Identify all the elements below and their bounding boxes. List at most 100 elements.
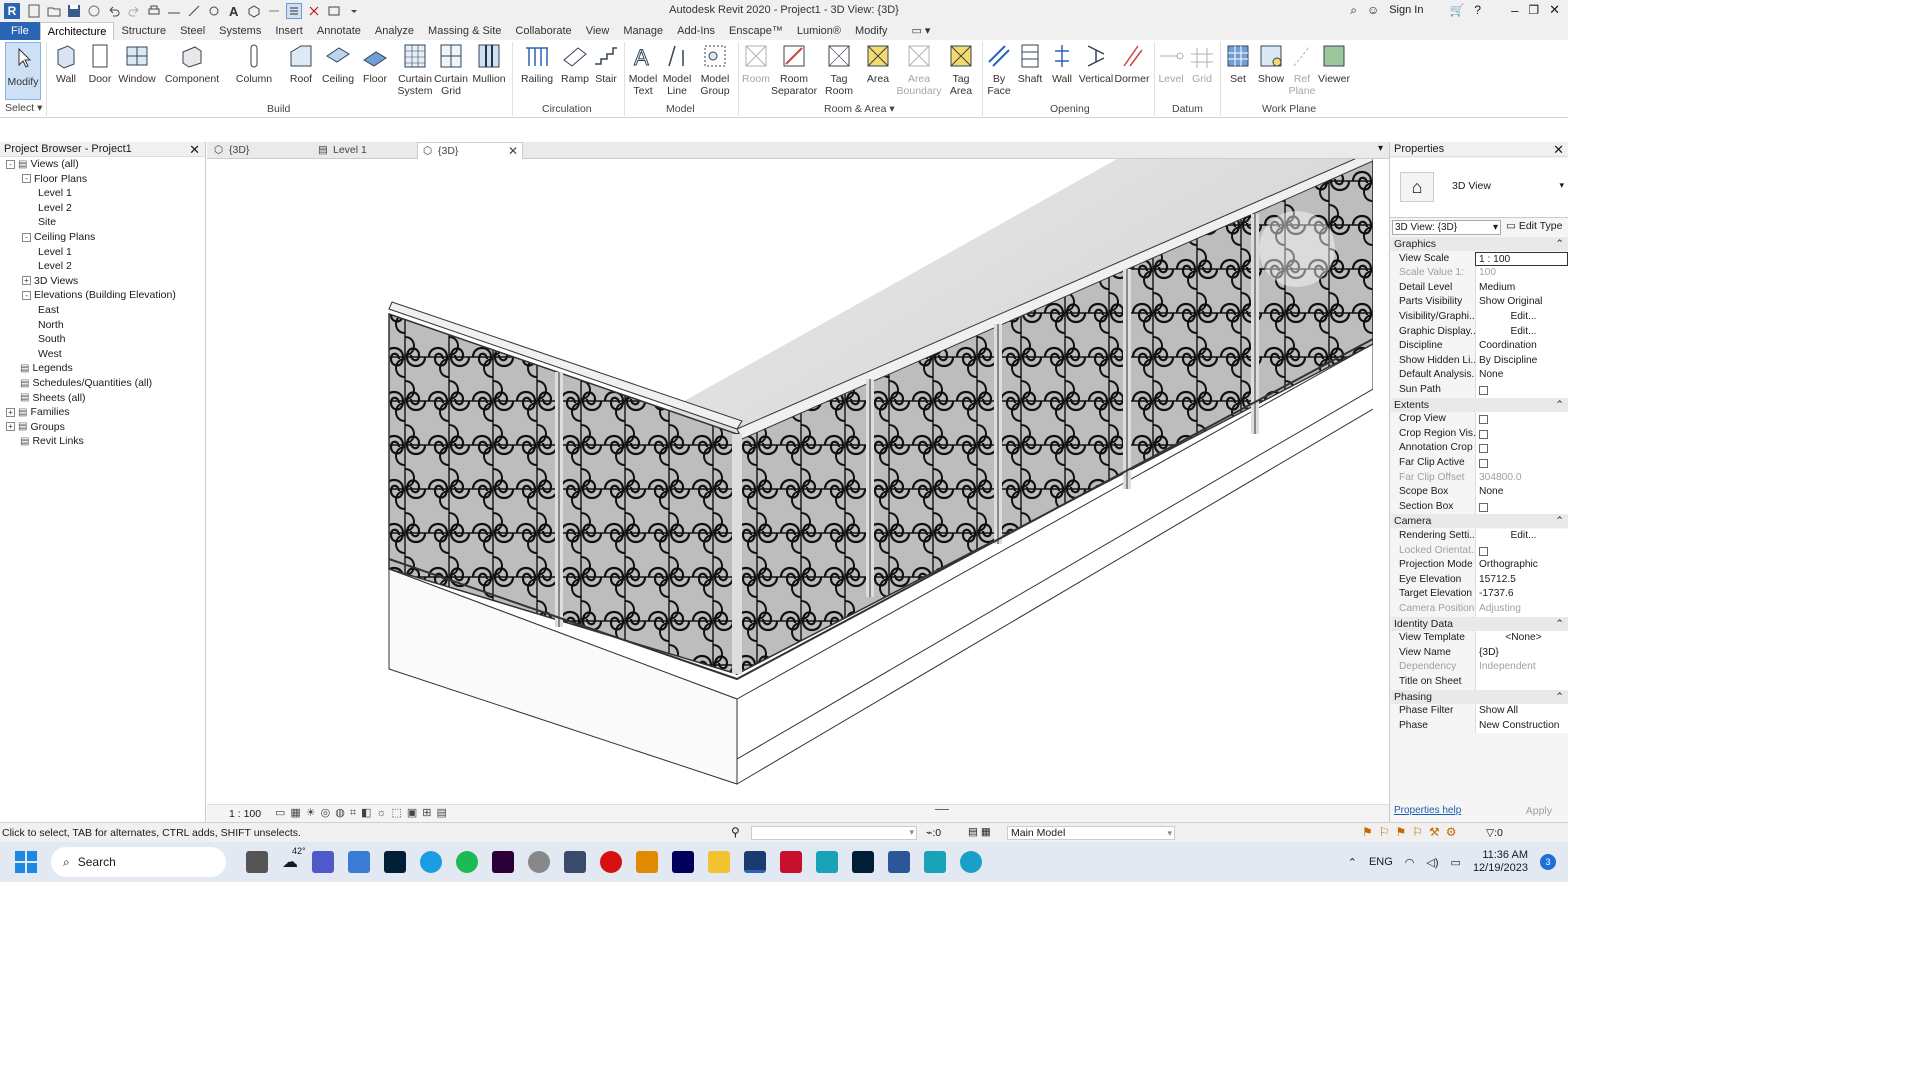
spotify-icon[interactable] <box>456 851 478 873</box>
property-value[interactable]: None <box>1475 368 1568 383</box>
tree-item[interactable]: West <box>38 348 62 360</box>
show-workplane-button[interactable]: Show <box>1254 42 1288 85</box>
collapse-section-icon[interactable]: ⌃ <box>1555 617 1564 631</box>
help-icon[interactable]: ? <box>1474 3 1481 17</box>
property-value[interactable]: {3D} <box>1475 645 1568 661</box>
tree-item[interactable]: ▤ Legends <box>6 362 73 374</box>
tab-collaborate[interactable]: Collaborate <box>508 22 578 40</box>
chevron-up-icon[interactable]: ⌃ <box>1348 856 1357 869</box>
collapse-section-icon[interactable]: ⌃ <box>1555 398 1564 412</box>
dormer-button[interactable]: Dormer <box>1114 42 1150 85</box>
properties-help-link[interactable]: Properties help <box>1394 805 1461 816</box>
autocad-icon[interactable] <box>780 851 802 873</box>
property-value[interactable]: Show All <box>1475 704 1568 719</box>
tab-insert[interactable]: Insert <box>268 22 310 40</box>
viewer-button[interactable]: Viewer <box>1316 42 1352 85</box>
3d-drawing-area[interactable] <box>207 159 1373 804</box>
tree-item[interactable]: Level 2 <box>38 202 72 214</box>
tree-item[interactable]: Level 1 <box>38 246 72 258</box>
editable-only-counter[interactable]: ⌁:0 <box>926 827 941 839</box>
battery-icon[interactable]: ▭ <box>1451 856 1461 869</box>
tab-modify[interactable]: Modify <box>848 22 894 40</box>
revit-taskbar-icon[interactable] <box>744 851 766 873</box>
design-option-dropdown[interactable]: Main Model ▾ <box>1007 826 1175 840</box>
properties-section-header[interactable]: Graphics ⌃ <box>1391 237 1568 251</box>
clock[interactable]: 11:36 AM 12/19/2023 <box>1473 849 1528 875</box>
shaft-button[interactable]: Shaft <box>1014 42 1046 85</box>
workset-dropdown[interactable]: ▾ <box>751 826 917 840</box>
tab-manage[interactable]: Manage <box>616 22 670 40</box>
collapse-section-icon[interactable]: ⌃ <box>1555 514 1564 528</box>
workset-icon[interactable]: ⚲ <box>731 825 740 839</box>
wifi-icon[interactable]: ◠ <box>1405 856 1415 869</box>
tree-item[interactable]: +3D Views <box>22 275 78 287</box>
notification-badge[interactable]: 3 <box>1540 854 1556 870</box>
file-explorer-icon[interactable] <box>708 851 730 873</box>
checkbox[interactable] <box>1479 429 1488 439</box>
property-value[interactable]: Edit... <box>1475 324 1568 340</box>
photoshop-icon[interactable] <box>852 851 874 873</box>
binoculars-icon[interactable]: ⌕ <box>1350 3 1357 18</box>
room-button[interactable]: Room <box>740 42 772 85</box>
tab-enscape[interactable]: Enscape™ <box>722 22 790 40</box>
tab-3d-view-active[interactable]: ⬡ {3D} ✕ <box>417 142 523 159</box>
tab-level-1[interactable]: ▤ Level 1 <box>313 142 415 159</box>
teams-icon[interactable] <box>312 851 334 873</box>
collapse-icon[interactable]: - <box>6 159 15 169</box>
property-value[interactable]: <None> <box>1475 631 1568 646</box>
close-tab-icon[interactable]: ✕ <box>508 143 518 159</box>
select-panel-label[interactable]: Select ▾ <box>5 102 42 114</box>
component-button[interactable]: Component <box>162 42 222 85</box>
model-text-button[interactable]: A Model Text <box>626 42 660 98</box>
tree-item[interactable]: Site <box>38 216 56 228</box>
instance-selector[interactable]: 3D View: {3D} ▾ <box>1392 220 1501 235</box>
media-player-icon[interactable] <box>636 851 658 873</box>
area-button[interactable]: Area <box>864 42 892 85</box>
weather-icon[interactable]: ☁ 42° <box>282 846 306 872</box>
taskbar-search[interactable]: ⌕ Search <box>51 847 226 877</box>
tab-architecture[interactable]: Architecture <box>39 22 115 40</box>
checkbox[interactable] <box>1479 415 1488 425</box>
close-window-icon[interactable]: ✕ <box>1549 2 1560 18</box>
ramp-button[interactable]: Ramp <box>560 42 590 85</box>
type-selector[interactable]: ⌂ 3D View ▾ <box>1390 158 1568 218</box>
edge-icon[interactable] <box>420 851 442 873</box>
property-value[interactable] <box>1475 675 1568 690</box>
view-control-icons[interactable]: ▭▦☀◎◍⌗◧☼⬚▣⊞▤ <box>275 806 452 820</box>
expand-icon[interactable]: + <box>22 276 31 286</box>
window-button[interactable]: Window <box>118 42 156 85</box>
vertical-opening-button[interactable]: Vertical <box>1078 42 1114 85</box>
property-value[interactable]: 15712.5 <box>1475 572 1568 588</box>
room-separator-button[interactable]: Room Separator <box>771 42 817 97</box>
curtain-grid-button[interactable]: Curtain Grid <box>434 42 468 97</box>
property-checkbox[interactable] <box>1475 456 1568 471</box>
photos-icon[interactable] <box>348 851 370 873</box>
wall-button[interactable]: Wall <box>50 42 82 85</box>
tree-item[interactable]: East <box>38 304 59 316</box>
room-area-panel-label[interactable]: Room & Area ▾ <box>824 103 895 115</box>
stair-button[interactable]: Stair <box>592 42 620 85</box>
property-value[interactable]: Medium <box>1475 280 1568 296</box>
tree-item[interactable]: South <box>38 333 65 345</box>
tab-analyze[interactable]: Analyze <box>368 22 421 40</box>
close-icon[interactable]: ✕ <box>189 142 200 158</box>
tree-item[interactable]: - ▤ Views (all) <box>6 158 79 170</box>
tab-add-ins[interactable]: Add-Ins <box>670 22 722 40</box>
tree-item[interactable]: Level 1 <box>38 187 72 199</box>
tab-3d-view[interactable]: ⬡ {3D} <box>209 142 309 159</box>
level-button[interactable]: Level <box>1156 42 1186 85</box>
filter-counter[interactable]: ▽:0 <box>1486 827 1503 839</box>
tab-file[interactable]: File <box>0 22 40 40</box>
cart-icon[interactable]: 🛒 <box>1449 3 1464 17</box>
property-value[interactable]: None <box>1475 485 1568 500</box>
modify-button[interactable]: Modify <box>5 42 41 100</box>
apply-button[interactable]: Apply <box>1526 805 1552 817</box>
tab-massing-site[interactable]: Massing & Site <box>421 22 508 40</box>
viewcube-icon[interactable] <box>1259 211 1335 287</box>
property-value[interactable]: Coordination <box>1475 339 1568 354</box>
property-value[interactable]: Edit... <box>1475 529 1568 544</box>
tree-item[interactable]: ▤ Sheets (all) <box>6 392 86 404</box>
lightroom-icon[interactable] <box>384 851 406 873</box>
by-face-button[interactable]: By Face <box>984 42 1014 97</box>
model-line-button[interactable]: Model Line <box>660 42 694 97</box>
